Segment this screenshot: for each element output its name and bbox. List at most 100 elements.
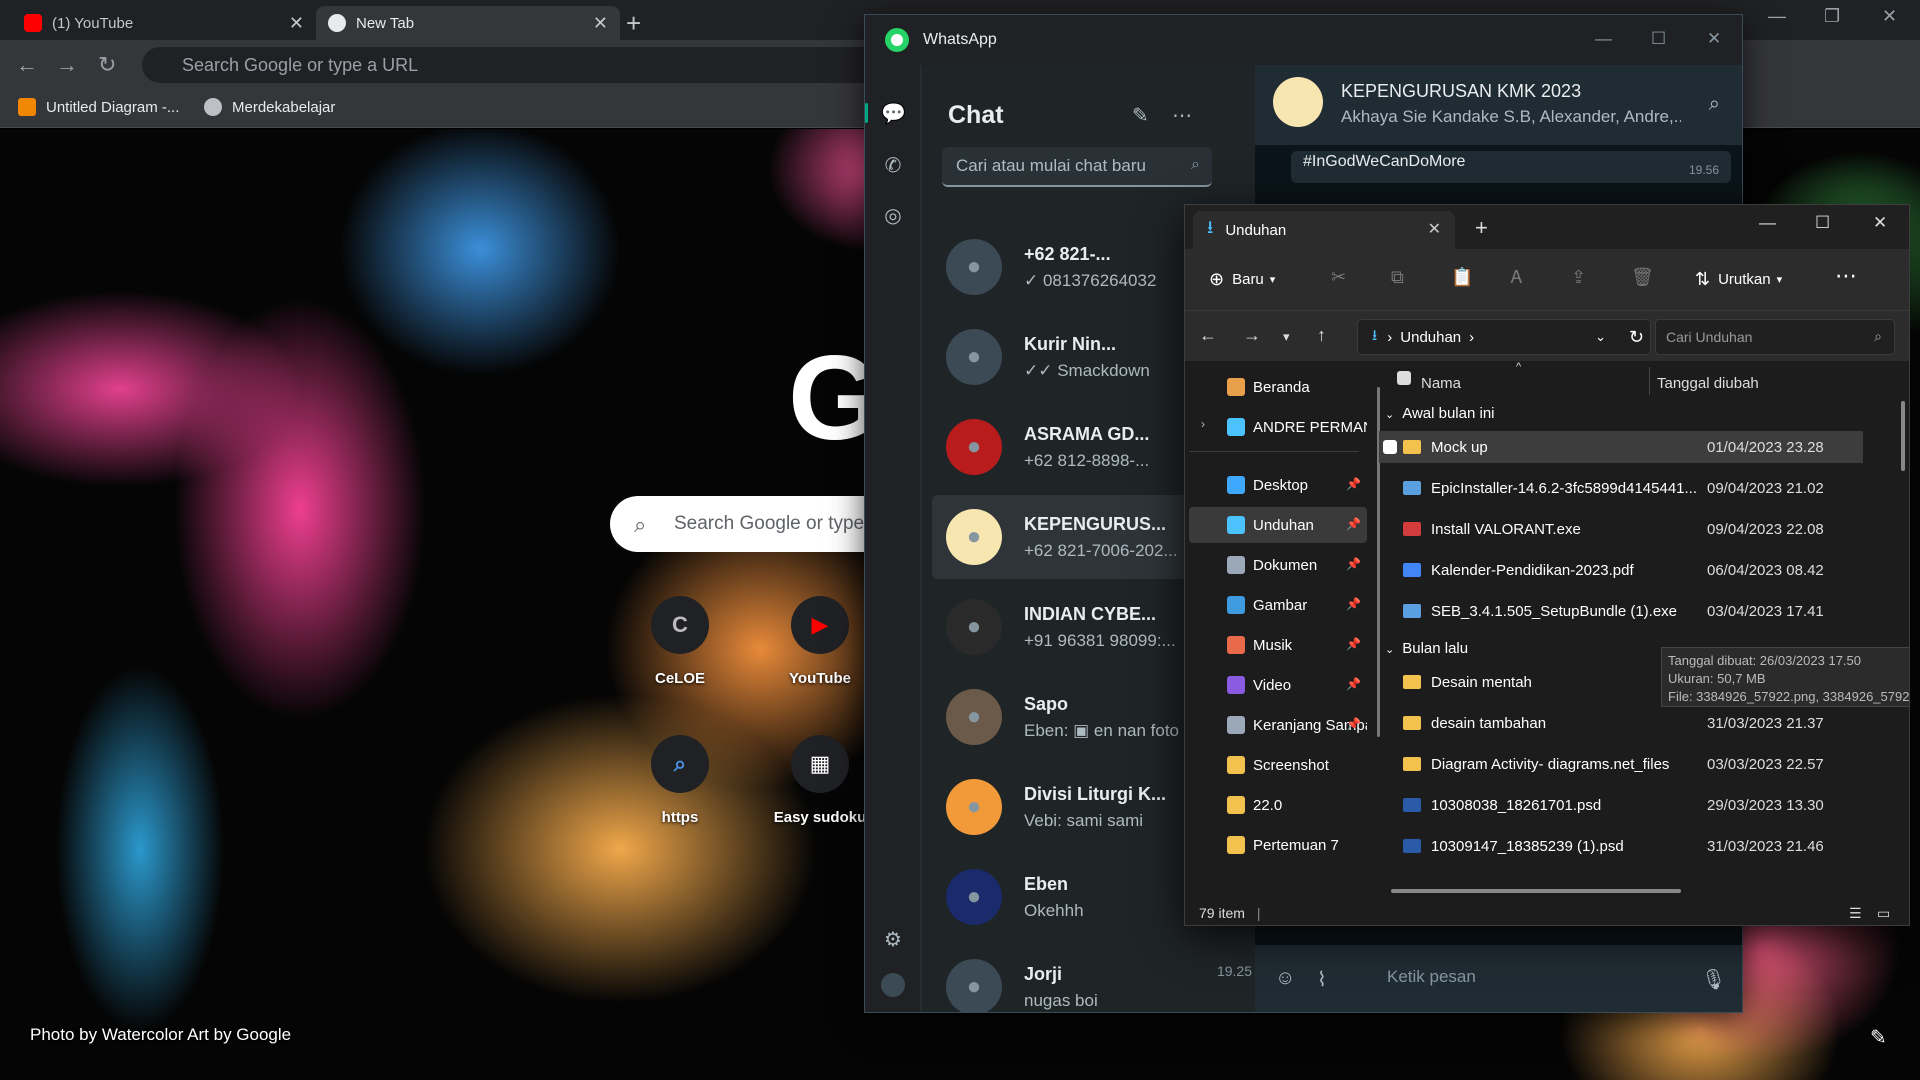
- new-button[interactable]: ⊕ Baru ▾: [1209, 269, 1275, 290]
- file-row[interactable]: EpicInstaller-14.6.2-3fc5899d4145441... 0…: [1379, 472, 1863, 504]
- contact-avatar[interactable]: ●: [946, 689, 1002, 745]
- file-row[interactable]: Diagram Activity- diagrams.net_files 03/0…: [1379, 748, 1863, 780]
- group-header[interactable]: ⌄ Bulan lalu: [1385, 640, 1468, 657]
- up-icon[interactable]: ↑: [1317, 325, 1326, 346]
- tiles-view-icon[interactable]: ▭: [1877, 905, 1890, 922]
- forward-icon[interactable]: →: [1243, 325, 1261, 346]
- bookmark-untitled-diagram[interactable]: Untitled Diagram -...: [18, 98, 179, 116]
- row-checkbox[interactable]: [1383, 440, 1397, 454]
- message-input[interactable]: Ketik pesan: [1387, 967, 1476, 987]
- refresh-icon[interactable]: ↻: [1629, 327, 1644, 348]
- profile-avatar[interactable]: [881, 973, 905, 997]
- forward-icon[interactable]: →: [56, 52, 78, 78]
- shortcut-https[interactable]: ⌕ https: [625, 735, 735, 826]
- shortcut-easy-sudoku[interactable]: ▦ Easy sudoku: [765, 735, 875, 826]
- file-row[interactable]: Install VALORANT.exe 09/04/2023 22.08: [1379, 513, 1863, 545]
- close-window-icon[interactable]: ✕: [1882, 6, 1897, 27]
- conversation-header[interactable]: KEPENGURUSAN KMK 2023 Akhaya Sie Kandake…: [1255, 65, 1742, 145]
- address-dropdown-icon[interactable]: ⌄: [1595, 329, 1606, 345]
- customize-pencil-icon[interactable]: ✎: [1870, 1025, 1887, 1050]
- file-row[interactable]: SEB_3.4.1.505_SetupBundle (1).exe 03/04/2…: [1379, 595, 1863, 627]
- address-bar[interactable]: ⭳ › Unduhan › ⌄ ↻: [1357, 319, 1651, 355]
- close-tab-icon[interactable]: ✕: [593, 13, 608, 34]
- recent-chevron-icon[interactable]: ▾: [1283, 329, 1290, 345]
- vertical-scrollbar[interactable]: [1901, 401, 1905, 471]
- back-icon[interactable]: ←: [1199, 325, 1217, 346]
- close-icon[interactable]: ✕: [1707, 29, 1721, 49]
- tab-unduhan[interactable]: ⭳ Unduhan ✕: [1193, 211, 1455, 249]
- sidebar-item[interactable]: 22.0: [1189, 787, 1367, 823]
- minimize-icon[interactable]: —: [1768, 6, 1786, 27]
- maximize-icon[interactable]: ☐: [1651, 29, 1666, 49]
- contact-avatar[interactable]: ●: [946, 599, 1002, 655]
- shortcut-celoe[interactable]: C CeLOE: [625, 596, 735, 687]
- contact-avatar[interactable]: ●: [946, 329, 1002, 385]
- more-options-icon[interactable]: ⋯: [1172, 103, 1192, 128]
- sidebar-item[interactable]: › ANDRE PERMANA: [1189, 409, 1367, 445]
- sidebar-item[interactable]: Unduhan 📌: [1189, 507, 1367, 543]
- breadcrumb[interactable]: Unduhan: [1400, 329, 1461, 346]
- attach-clip-icon[interactable]: ⌇: [1317, 967, 1327, 992]
- maximize-icon[interactable]: ❐: [1824, 6, 1840, 27]
- rename-icon[interactable]: Ꭺ: [1511, 267, 1523, 288]
- minimize-icon[interactable]: —: [1759, 213, 1776, 233]
- sidebar-item[interactable]: Keranjang Sampah📌: [1189, 707, 1367, 743]
- cut-icon[interactable]: ✂: [1331, 267, 1346, 288]
- file-row[interactable]: desain tambahan 31/03/2023 21.37: [1379, 707, 1863, 739]
- sidebar-item[interactable]: Video 📌: [1189, 667, 1367, 703]
- close-window-icon[interactable]: ✕: [1873, 213, 1887, 233]
- status-icon[interactable]: ◎: [881, 203, 905, 227]
- details-view-icon[interactable]: ☰: [1849, 905, 1862, 922]
- reload-icon[interactable]: ↻: [98, 52, 116, 78]
- sidebar-item[interactable]: Pertemuan 7: [1189, 827, 1367, 863]
- expand-chevron-icon[interactable]: ›: [1201, 417, 1205, 431]
- sidebar-item[interactable]: Beranda: [1189, 369, 1367, 405]
- contact-avatar[interactable]: ●: [946, 779, 1002, 835]
- paste-icon[interactable]: 📋: [1451, 267, 1473, 288]
- sidebar-item[interactable]: Dokumen 📌: [1189, 547, 1367, 583]
- file-row[interactable]: Mock up 01/04/2023 23.28: [1379, 431, 1863, 463]
- emoji-icon[interactable]: ☺: [1275, 967, 1295, 990]
- maximize-icon[interactable]: ☐: [1815, 213, 1830, 233]
- column-divider[interactable]: [1649, 367, 1650, 395]
- sidebar-item[interactable]: Musik 📌: [1189, 627, 1367, 663]
- chats-icon[interactable]: 💬: [865, 101, 906, 125]
- photo-attribution[interactable]: Photo by Watercolor Art by Google: [30, 1025, 291, 1045]
- horizontal-scrollbar[interactable]: [1391, 889, 1681, 893]
- bookmark-merdekabelajar[interactable]: Merdekabelajar: [204, 98, 335, 116]
- more-options-icon[interactable]: ⋯: [1835, 263, 1857, 289]
- close-tab-icon[interactable]: ✕: [1428, 219, 1441, 239]
- microphone-icon[interactable]: 🎙: [1701, 967, 1726, 992]
- minimize-icon[interactable]: —: [1595, 29, 1612, 49]
- file-row[interactable]: Kalender-Pendidikan-2023.pdf 06/04/2023 0…: [1379, 554, 1863, 586]
- settings-gear-icon[interactable]: ⚙: [881, 927, 905, 951]
- chat-search-input[interactable]: Cari atau mulai chat baru ⌕: [942, 147, 1212, 187]
- new-tab-button[interactable]: +: [626, 8, 641, 39]
- shortcut-youtube[interactable]: ▶ YouTube: [765, 596, 875, 687]
- sidebar-item[interactable]: Screenshot: [1189, 747, 1367, 783]
- column-header-name[interactable]: Nama: [1421, 375, 1461, 392]
- group-avatar[interactable]: [1273, 77, 1323, 127]
- calls-icon[interactable]: ✆: [881, 153, 905, 177]
- share-icon[interactable]: ⇪: [1571, 267, 1586, 288]
- group-header[interactable]: ⌄ Awal bulan ini: [1385, 405, 1495, 422]
- file-row[interactable]: 10309147_18385239 (1).psd 31/03/2023 21.4…: [1379, 830, 1863, 862]
- contact-avatar[interactable]: ●: [946, 419, 1002, 475]
- new-tab-button[interactable]: +: [1475, 215, 1488, 241]
- tab-new-tab[interactable]: New Tab ✕: [316, 6, 620, 40]
- search-input[interactable]: Cari Unduhan ⌕: [1655, 319, 1895, 355]
- sidebar-item[interactable]: Gambar 📌: [1189, 587, 1367, 623]
- new-chat-icon[interactable]: ✎: [1132, 103, 1149, 128]
- sidebar-item[interactable]: Desktop 📌: [1189, 467, 1367, 503]
- chat-row[interactable]: ● Jorji nugas boi 19.25: [932, 945, 1252, 1012]
- search-icon[interactable]: ⌕: [1709, 93, 1720, 116]
- column-header-date[interactable]: Tanggal diubah: [1657, 375, 1759, 392]
- contact-avatar[interactable]: ●: [946, 959, 1002, 1012]
- contact-avatar[interactable]: ●: [946, 509, 1002, 565]
- select-all-checkbox[interactable]: [1397, 371, 1411, 385]
- sort-button[interactable]: ⇅ Urutkan ▾: [1695, 269, 1782, 290]
- contact-avatar[interactable]: ●: [946, 239, 1002, 295]
- copy-icon[interactable]: ⧉: [1391, 267, 1404, 288]
- contact-avatar[interactable]: ●: [946, 869, 1002, 925]
- back-icon[interactable]: ←: [16, 52, 38, 78]
